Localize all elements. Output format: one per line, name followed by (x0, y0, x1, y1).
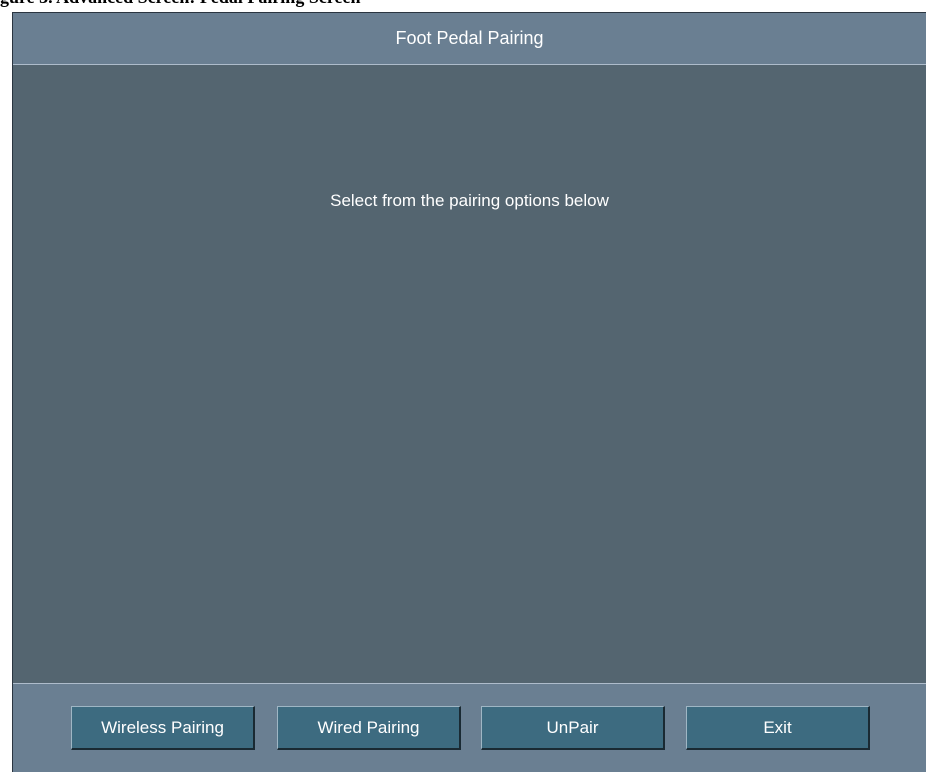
window-title: Foot Pedal Pairing (395, 28, 544, 48)
figure-caption: gure 3. Advanced Screen: Pedal Pairing S… (0, 0, 926, 8)
unpair-button[interactable]: UnPair (481, 706, 665, 750)
wired-pairing-button[interactable]: Wired Pairing (277, 706, 461, 750)
content-area: Select from the pairing options below (13, 65, 926, 685)
title-bar: Foot Pedal Pairing (13, 13, 926, 65)
exit-button[interactable]: Exit (686, 706, 870, 750)
pairing-screen: Foot Pedal Pairing Select from the pairi… (12, 12, 926, 772)
button-bar: Wireless Pairing Wired Pairing UnPair Ex… (13, 683, 926, 772)
wireless-pairing-button[interactable]: Wireless Pairing (71, 706, 255, 750)
instruction-message: Select from the pairing options below (330, 191, 609, 210)
